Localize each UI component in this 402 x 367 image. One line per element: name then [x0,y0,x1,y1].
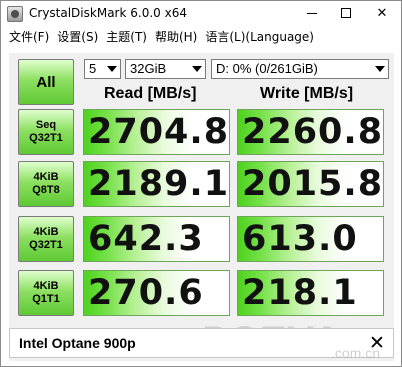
test-size-value: 32GiB [130,61,167,76]
4kib-q8t8-button[interactable]: 4KiB Q8T8 [18,161,74,207]
crystaldiskmark-window: CrystalDiskMark 6.0.0 x64 ✕ 文件(F) 设置(S) … [0,0,402,367]
run-all-button[interactable]: All [18,59,74,105]
write-column-header: Write [MB/s] [260,85,354,102]
maximize-icon [341,8,351,18]
read-column-header: Read [MB/s] [104,85,197,102]
close-icon: ✕ [376,5,388,21]
4kib-q1t1-button[interactable]: 4KiB Q1T1 [18,270,74,316]
benchmark-panel: All 5 32GiB D: 0% (0/261GiB) Read [MB/s]… [9,53,394,361]
test-label-line2: Q1T1 [32,293,60,305]
app-disk-icon [7,6,23,22]
seq-q32t1-button[interactable]: Seq Q32T1 [18,109,74,155]
maximize-button[interactable] [329,1,363,25]
menu-help[interactable]: 帮助(H) [151,27,201,47]
minimize-icon [307,12,317,14]
window-title: CrystalDiskMark 6.0.0 x64 [29,6,187,20]
4kib-q8t8-write-value: 2015.8 [237,161,384,207]
4kib-q32t1-write-value: 613.0 [237,216,384,262]
menu-bar: 文件(F) 设置(S) 主题(T) 帮助(H) 语言(L)(Language) [1,27,401,47]
seq-q32t1-read-value: 2704.8 [83,109,230,155]
test-label-line2: Q8T8 [32,184,60,196]
test-label-line2: Q32T1 [29,239,63,251]
drive-value: D: 0% (0/261GiB) [216,61,318,76]
4kib-q8t8-read-value: 2189.1 [83,161,230,207]
drive-select[interactable]: D: 0% (0/261GiB) [211,59,389,79]
close-button[interactable]: ✕ [365,1,399,25]
4kib-q1t1-write-value: 218.1 [237,270,384,316]
chevron-down-icon [192,66,202,72]
menu-language[interactable]: 语言(L)(Language) [201,27,318,47]
test-label-line1: 4KiB [33,280,59,292]
test-label-line1: 4KiB [33,226,59,238]
title-bar: CrystalDiskMark 6.0.0 x64 ✕ [1,1,401,27]
4kib-q32t1-read-value: 642.3 [83,216,230,262]
minimize-button[interactable] [295,1,329,25]
comment-text: Intel Optane 900p [19,335,136,351]
seq-q32t1-write-value: 2260.8 [237,109,384,155]
test-label-line1: Seq [35,119,57,131]
test-count-value: 5 [89,61,97,76]
chevron-down-icon [375,66,385,72]
4kib-q1t1-read-value: 270.6 [83,270,230,316]
test-size-select[interactable]: 32GiB [125,59,206,79]
4kib-q32t1-button[interactable]: 4KiB Q32T1 [18,216,74,262]
menu-settings[interactable]: 设置(S) [53,27,102,47]
test-label-line1: 4KiB [33,171,59,183]
menu-theme[interactable]: 主题(T) [102,27,151,47]
chevron-down-icon [107,66,117,72]
test-count-select[interactable]: 5 [84,59,121,79]
pceva-watermark-domain: .com.cn [331,345,381,361]
menu-file[interactable]: 文件(F) [5,27,53,47]
test-label-line2: Q32T1 [29,132,63,144]
